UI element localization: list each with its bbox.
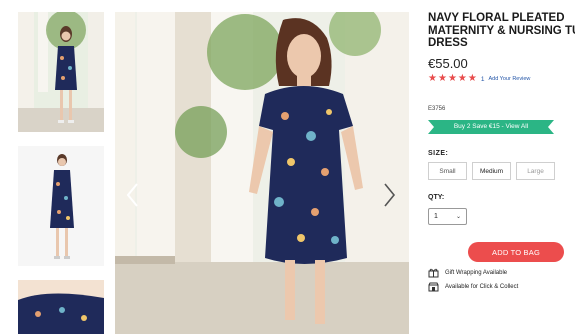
size-large-button[interactable]: Large	[516, 162, 555, 180]
size-small-button[interactable]: Small	[428, 162, 467, 180]
product-title-line-1: NAVY FLORAL PLEATED	[428, 12, 565, 24]
gift-icon	[428, 268, 439, 278]
thumbnail-3[interactable]	[18, 280, 104, 334]
click-collect-text: Available for Click & Collect	[445, 284, 519, 290]
promo-label[interactable]: Buy 2 Save €15 - View All	[428, 120, 554, 134]
thumbnail-2[interactable]	[18, 146, 104, 266]
quantity-label: QTY:	[428, 194, 445, 201]
add-review-link[interactable]: Add Your Review	[488, 76, 530, 82]
gift-wrapping-text: Gift Wrapping Available	[445, 270, 508, 276]
chevron-left-icon[interactable]	[122, 180, 144, 210]
size-selector: Small Medium Large	[428, 162, 555, 180]
quantity-select[interactable]: 1 ⌄	[428, 208, 467, 225]
star-icon: ★	[467, 73, 477, 84]
product-title: NAVY FLORAL PLEATED MATERNITY & NURSING …	[428, 12, 575, 50]
gift-wrapping-info: Gift Wrapping Available	[428, 268, 507, 278]
quantity-value: 1	[434, 213, 438, 220]
store-icon	[428, 282, 439, 292]
product-details: NAVY FLORAL PLEATED MATERNITY & NURSING …	[428, 12, 575, 334]
chevron-down-icon: ⌄	[455, 214, 461, 220]
product-title-line-2: MATERNITY & NURSING TUNIC	[428, 24, 575, 37]
star-icon: ★	[428, 73, 437, 84]
main-product-image	[115, 12, 409, 334]
size-label: SIZE:	[428, 150, 449, 157]
review-count[interactable]: 1	[481, 76, 485, 83]
product-title-line-3: DRESS	[428, 37, 468, 49]
click-collect-info: Available for Click & Collect	[428, 282, 518, 292]
chevron-right-icon[interactable]	[378, 180, 400, 210]
product-rating: ★ ★ ★ ★ ★ 1 Add Your Review	[428, 74, 530, 84]
thumbnail-gallery	[0, 0, 110, 334]
promo-banner[interactable]: Buy 2 Save €15 - View All	[428, 120, 554, 134]
star-icon: ★	[457, 73, 467, 84]
add-to-bag-button[interactable]: ADD TO BAG	[468, 242, 564, 262]
star-icon: ★	[437, 73, 447, 84]
size-medium-button[interactable]: Medium	[472, 162, 511, 180]
product-price: €55.00	[428, 56, 468, 71]
star-icon: ★	[447, 73, 457, 84]
product-code: E3756	[428, 106, 446, 112]
thumbnail-1[interactable]	[18, 12, 104, 132]
star-rating: ★ ★ ★ ★ ★	[428, 74, 477, 84]
